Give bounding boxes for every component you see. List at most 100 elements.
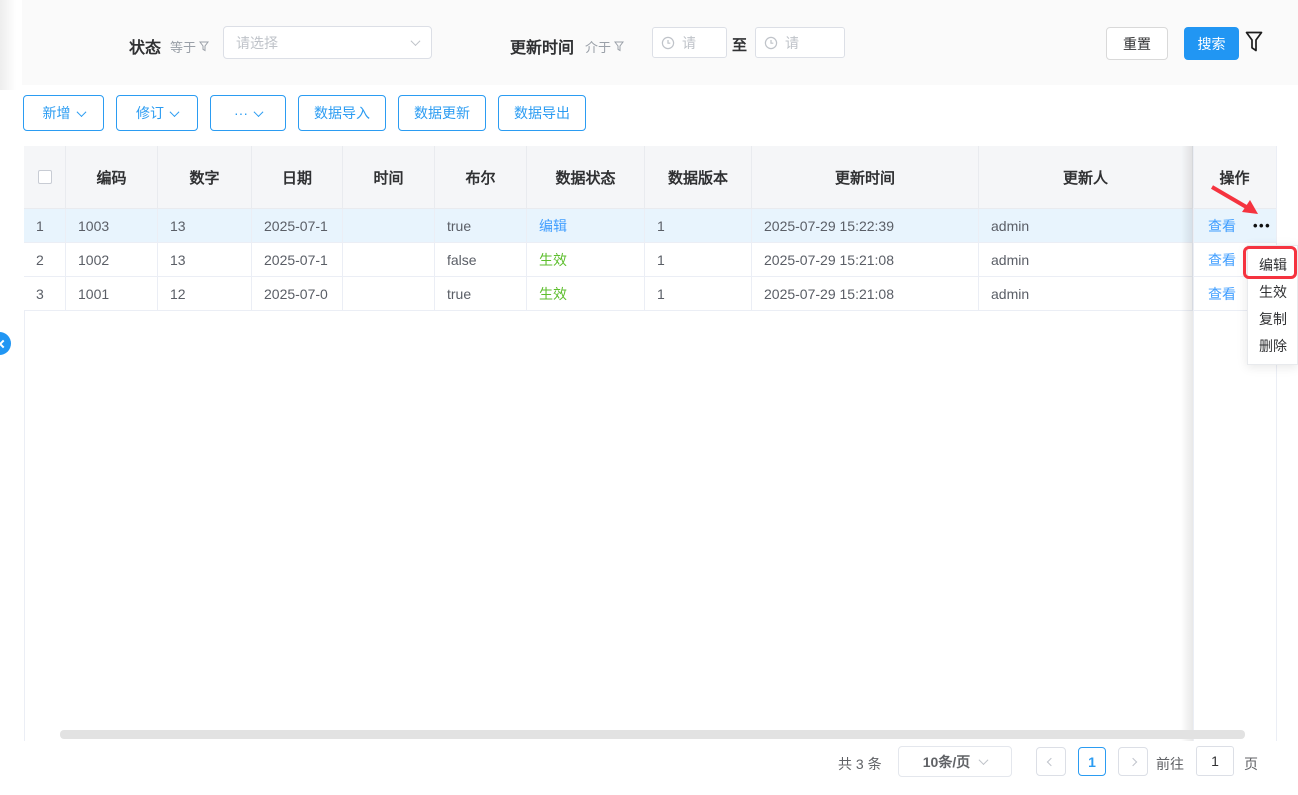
cell-number: 13: [158, 243, 252, 277]
table-right-border: [1276, 146, 1277, 741]
column-header-1: 编码: [66, 146, 158, 209]
toolbar-button-label: 修订: [136, 103, 164, 123]
time-operator-label: 介于: [585, 37, 611, 56]
time-from-input[interactable]: 请: [652, 27, 727, 58]
cell-number: 13: [158, 209, 252, 243]
chevron-down-icon: [76, 107, 86, 117]
menu-item-复制[interactable]: 复制: [1248, 305, 1297, 332]
page-size-value: 10条/页: [923, 752, 970, 772]
page-size-select[interactable]: 10条/页: [898, 746, 1012, 777]
status-operator[interactable]: 等于: [170, 37, 209, 56]
toolbar-button-1[interactable]: 新增: [23, 95, 104, 131]
chevron-down-icon: [170, 107, 180, 117]
goto-page-input[interactable]: [1196, 746, 1234, 776]
toolbar: 新增 修订 ··· 数据导入 数据更新 数据导出: [23, 95, 586, 131]
row-actions-menu: 编辑生效复制删除: [1247, 245, 1298, 365]
cell-time: [343, 243, 435, 277]
table-row[interactable]: 31001122025-07-0true生效12025-07-29 15:21:…: [24, 277, 1276, 311]
chevron-left-icon: [0, 339, 7, 347]
status-badge: 生效: [539, 284, 567, 304]
cell-date: 2025-07-1: [252, 209, 343, 243]
column-header-9: 更新人: [979, 146, 1193, 209]
toolbar-button-label: 数据导出: [514, 103, 570, 123]
toolbar-button-2[interactable]: 修订: [116, 95, 198, 131]
cell-index: 3: [24, 277, 66, 311]
toolbar-button-label: 数据导入: [314, 103, 370, 123]
cell-updated-by: admin: [979, 209, 1193, 243]
cell-operations: 查看 •••: [1193, 209, 1276, 243]
fixed-column-border: [1193, 146, 1194, 741]
toolbar-button-3[interactable]: ···: [210, 95, 286, 131]
header-checkbox-cell: [24, 146, 66, 209]
cell-bool: false: [435, 243, 527, 277]
column-header-10: 操作: [1193, 146, 1276, 209]
toolbar-button-label: 数据更新: [414, 103, 470, 123]
chevron-down-icon: [979, 755, 989, 765]
column-header-4: 时间: [343, 146, 435, 209]
cell-status: 生效: [527, 243, 645, 277]
column-header-6: 数据状态: [527, 146, 645, 209]
table-row[interactable]: 21002132025-07-1false生效12025-07-29 15:21…: [24, 243, 1276, 277]
cell-code: 1003: [66, 209, 158, 243]
reset-button[interactable]: 重置: [1106, 27, 1168, 60]
left-gutter-shadow: [0, 0, 16, 90]
clock-icon: [661, 36, 675, 50]
toolbar-button-4[interactable]: 数据导入: [298, 95, 386, 131]
cell-time: [343, 277, 435, 311]
cell-bool: true: [435, 277, 527, 311]
cell-version: 1: [645, 277, 752, 311]
search-button[interactable]: 搜索: [1184, 27, 1239, 60]
table-row[interactable]: 11003132025-07-1true编辑12025-07-29 15:22:…: [24, 209, 1276, 243]
toolbar-button-6[interactable]: 数据导出: [498, 95, 586, 131]
toolbar-button-label: 新增: [43, 103, 71, 123]
cell-status: 生效: [527, 277, 645, 311]
horizontal-scrollbar[interactable]: [60, 730, 1245, 739]
column-header-8: 更新时间: [752, 146, 979, 209]
filter-funnel-icon: [614, 41, 624, 52]
sidebar-collapse-toggle[interactable]: [0, 332, 11, 355]
menu-item-编辑[interactable]: 编辑: [1248, 251, 1297, 278]
time-operator[interactable]: 介于: [585, 37, 624, 56]
view-link[interactable]: 查看: [1205, 250, 1236, 270]
more-actions-icon[interactable]: •••: [1253, 218, 1271, 233]
cell-version: 1: [645, 243, 752, 277]
chevron-left-icon: [1047, 757, 1055, 765]
page-number-1[interactable]: 1: [1078, 747, 1106, 776]
status-select[interactable]: 请选择: [223, 26, 432, 59]
cell-time: [343, 209, 435, 243]
status-operator-label: 等于: [170, 37, 196, 56]
prev-page-button[interactable]: [1036, 747, 1066, 776]
chevron-down-icon: [411, 36, 421, 46]
time-to-placeholder: 请: [785, 33, 799, 53]
time-to-input[interactable]: 请: [755, 27, 845, 58]
time-filter-label: 更新时间: [510, 34, 574, 58]
table-header: 编码数字日期时间布尔数据状态数据版本更新时间更新人操作: [24, 146, 1276, 209]
menu-item-生效[interactable]: 生效: [1248, 278, 1297, 305]
view-link[interactable]: 查看: [1205, 216, 1236, 236]
advanced-filter-icon[interactable]: [1245, 31, 1263, 58]
time-from-placeholder: 请: [682, 33, 696, 53]
page: 状态 等于 请选择 更新时间 介于 请 至 请 重置 搜索: [0, 0, 1298, 795]
cell-index: 1: [24, 209, 66, 243]
cell-updated-by: admin: [979, 243, 1193, 277]
cell-date: 2025-07-0: [252, 277, 343, 311]
select-all-checkbox[interactable]: [38, 170, 52, 184]
column-header-7: 数据版本: [645, 146, 752, 209]
filter-funnel-icon: [199, 41, 209, 52]
chevron-right-icon: [1129, 757, 1137, 765]
view-link[interactable]: 查看: [1205, 284, 1236, 304]
cell-updated-at: 2025-07-29 15:21:08: [752, 277, 979, 311]
status-badge: 编辑: [539, 216, 567, 236]
toolbar-button-5[interactable]: 数据更新: [398, 95, 486, 131]
column-header-2: 数字: [158, 146, 252, 209]
menu-item-删除[interactable]: 删除: [1248, 332, 1297, 359]
cell-date: 2025-07-1: [252, 243, 343, 277]
cell-code: 1002: [66, 243, 158, 277]
clock-icon: [764, 36, 778, 50]
next-page-button[interactable]: [1118, 747, 1148, 776]
cell-updated-by: admin: [979, 277, 1193, 311]
toolbar-button-label: ···: [234, 105, 248, 121]
page-unit-label: 页: [1244, 754, 1258, 774]
chevron-down-icon: [254, 107, 264, 117]
cell-code: 1001: [66, 277, 158, 311]
